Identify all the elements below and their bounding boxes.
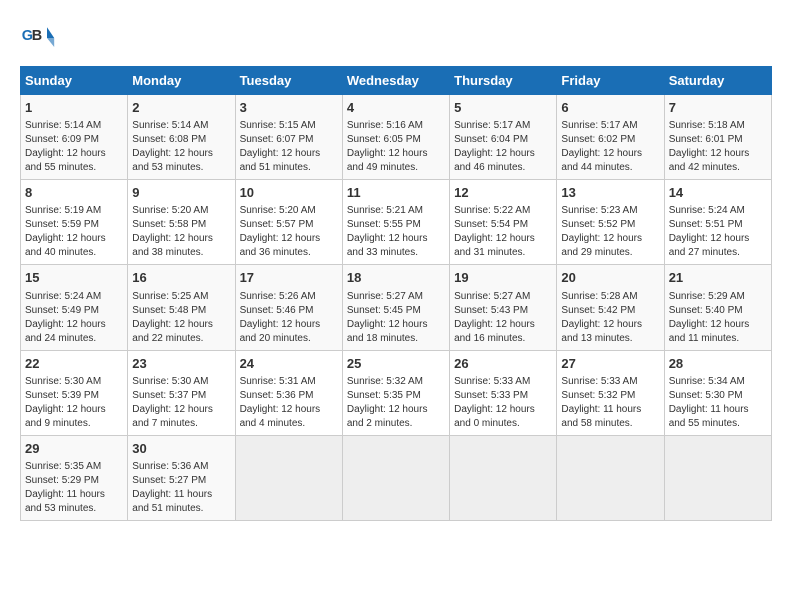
calendar-week-2: 8Sunrise: 5:19 AMSunset: 5:59 PMDaylight… bbox=[21, 180, 772, 265]
calendar-week-1: 1Sunrise: 5:14 AMSunset: 6:09 PMDaylight… bbox=[21, 95, 772, 180]
calendar-cell-14: 14Sunrise: 5:24 AMSunset: 5:51 PMDayligh… bbox=[664, 180, 771, 265]
weekday-header-sunday: Sunday bbox=[21, 67, 128, 95]
calendar-cell-16: 16Sunrise: 5:25 AMSunset: 5:48 PMDayligh… bbox=[128, 265, 235, 350]
calendar-cell-empty bbox=[342, 435, 449, 520]
weekday-header-row: SundayMondayTuesdayWednesdayThursdayFrid… bbox=[21, 67, 772, 95]
calendar-table: SundayMondayTuesdayWednesdayThursdayFrid… bbox=[20, 66, 772, 521]
calendar-cell-17: 17Sunrise: 5:26 AMSunset: 5:46 PMDayligh… bbox=[235, 265, 342, 350]
weekday-header-tuesday: Tuesday bbox=[235, 67, 342, 95]
calendar-cell-8: 8Sunrise: 5:19 AMSunset: 5:59 PMDaylight… bbox=[21, 180, 128, 265]
weekday-header-saturday: Saturday bbox=[664, 67, 771, 95]
calendar-cell-9: 9Sunrise: 5:20 AMSunset: 5:58 PMDaylight… bbox=[128, 180, 235, 265]
weekday-header-monday: Monday bbox=[128, 67, 235, 95]
calendar-cell-empty bbox=[664, 435, 771, 520]
calendar-cell-19: 19Sunrise: 5:27 AMSunset: 5:43 PMDayligh… bbox=[450, 265, 557, 350]
calendar-cell-11: 11Sunrise: 5:21 AMSunset: 5:55 PMDayligh… bbox=[342, 180, 449, 265]
calendar-cell-21: 21Sunrise: 5:29 AMSunset: 5:40 PMDayligh… bbox=[664, 265, 771, 350]
calendar-cell-empty bbox=[450, 435, 557, 520]
logo: G B bbox=[20, 20, 60, 56]
logo-icon: G B bbox=[20, 20, 56, 56]
weekday-header-wednesday: Wednesday bbox=[342, 67, 449, 95]
calendar-cell-15: 15Sunrise: 5:24 AMSunset: 5:49 PMDayligh… bbox=[21, 265, 128, 350]
calendar-cell-6: 6Sunrise: 5:17 AMSunset: 6:02 PMDaylight… bbox=[557, 95, 664, 180]
calendar-cell-12: 12Sunrise: 5:22 AMSunset: 5:54 PMDayligh… bbox=[450, 180, 557, 265]
calendar-week-4: 22Sunrise: 5:30 AMSunset: 5:39 PMDayligh… bbox=[21, 350, 772, 435]
weekday-header-thursday: Thursday bbox=[450, 67, 557, 95]
calendar-cell-7: 7Sunrise: 5:18 AMSunset: 6:01 PMDaylight… bbox=[664, 95, 771, 180]
calendar-cell-29: 29Sunrise: 5:35 AMSunset: 5:29 PMDayligh… bbox=[21, 435, 128, 520]
calendar-cell-3: 3Sunrise: 5:15 AMSunset: 6:07 PMDaylight… bbox=[235, 95, 342, 180]
calendar-cell-13: 13Sunrise: 5:23 AMSunset: 5:52 PMDayligh… bbox=[557, 180, 664, 265]
calendar-week-3: 15Sunrise: 5:24 AMSunset: 5:49 PMDayligh… bbox=[21, 265, 772, 350]
calendar-cell-empty bbox=[557, 435, 664, 520]
calendar-cell-empty bbox=[235, 435, 342, 520]
calendar-cell-4: 4Sunrise: 5:16 AMSunset: 6:05 PMDaylight… bbox=[342, 95, 449, 180]
calendar-cell-10: 10Sunrise: 5:20 AMSunset: 5:57 PMDayligh… bbox=[235, 180, 342, 265]
calendar-cell-1: 1Sunrise: 5:14 AMSunset: 6:09 PMDaylight… bbox=[21, 95, 128, 180]
calendar-cell-24: 24Sunrise: 5:31 AMSunset: 5:36 PMDayligh… bbox=[235, 350, 342, 435]
calendar-cell-2: 2Sunrise: 5:14 AMSunset: 6:08 PMDaylight… bbox=[128, 95, 235, 180]
page-header: G B bbox=[20, 20, 772, 56]
svg-text:B: B bbox=[32, 28, 42, 44]
calendar-cell-5: 5Sunrise: 5:17 AMSunset: 6:04 PMDaylight… bbox=[450, 95, 557, 180]
calendar-cell-28: 28Sunrise: 5:34 AMSunset: 5:30 PMDayligh… bbox=[664, 350, 771, 435]
calendar-cell-27: 27Sunrise: 5:33 AMSunset: 5:32 PMDayligh… bbox=[557, 350, 664, 435]
calendar-week-5: 29Sunrise: 5:35 AMSunset: 5:29 PMDayligh… bbox=[21, 435, 772, 520]
calendar-cell-23: 23Sunrise: 5:30 AMSunset: 5:37 PMDayligh… bbox=[128, 350, 235, 435]
calendar-cell-30: 30Sunrise: 5:36 AMSunset: 5:27 PMDayligh… bbox=[128, 435, 235, 520]
calendar-cell-25: 25Sunrise: 5:32 AMSunset: 5:35 PMDayligh… bbox=[342, 350, 449, 435]
calendar-cell-22: 22Sunrise: 5:30 AMSunset: 5:39 PMDayligh… bbox=[21, 350, 128, 435]
weekday-header-friday: Friday bbox=[557, 67, 664, 95]
calendar-cell-26: 26Sunrise: 5:33 AMSunset: 5:33 PMDayligh… bbox=[450, 350, 557, 435]
calendar-cell-18: 18Sunrise: 5:27 AMSunset: 5:45 PMDayligh… bbox=[342, 265, 449, 350]
calendar-cell-20: 20Sunrise: 5:28 AMSunset: 5:42 PMDayligh… bbox=[557, 265, 664, 350]
